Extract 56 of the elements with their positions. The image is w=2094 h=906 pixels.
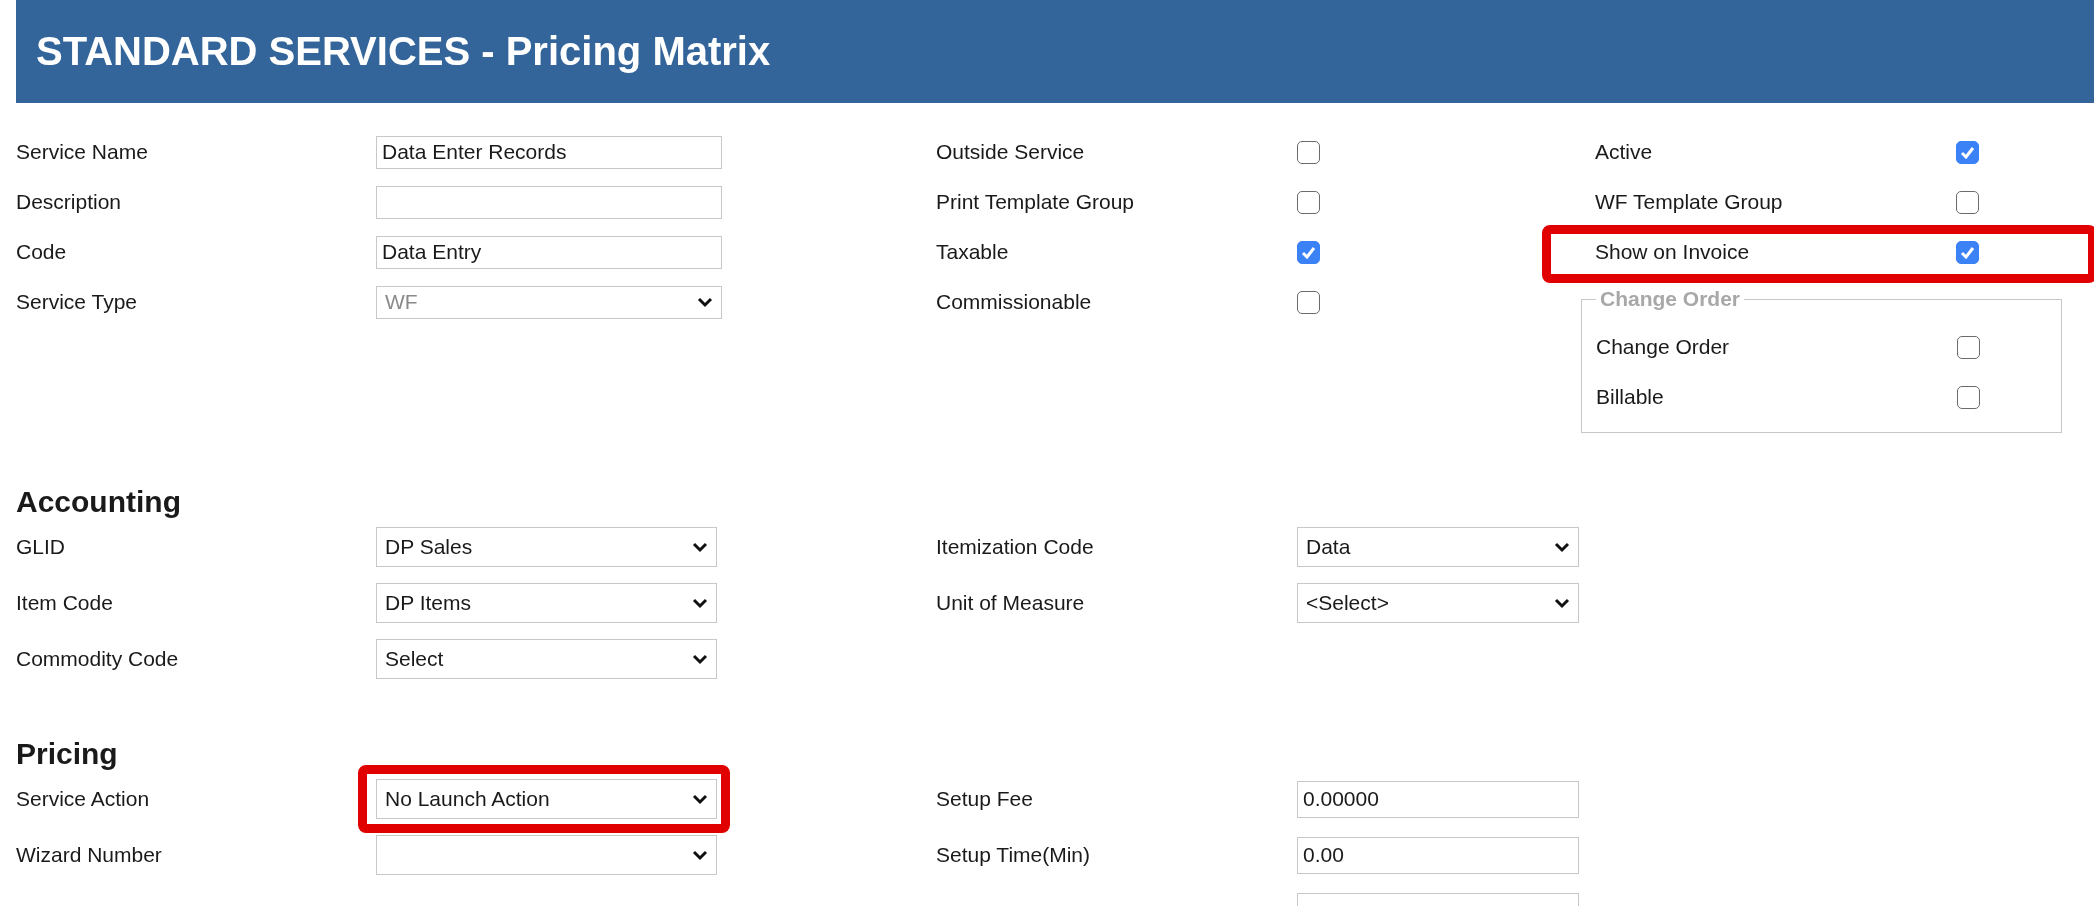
- checkbox[interactable]: [1297, 240, 1320, 264]
- page-title: STANDARD SERVICES - Pricing Matrix: [36, 29, 771, 74]
- dropdown[interactable]: No Launch Action: [376, 779, 717, 819]
- field-label: WF Template Group: [1595, 189, 1784, 215]
- checkbox[interactable]: [1956, 140, 1979, 164]
- field-label: Show on Invoice: [1595, 239, 1751, 265]
- section-heading: Accounting: [16, 484, 182, 519]
- chevron-down-icon: [692, 849, 708, 861]
- field-label: Billable: [1596, 384, 1665, 410]
- field-label: Code: [16, 239, 68, 265]
- checkbox[interactable]: [1956, 190, 1979, 214]
- field-label: Service Name: [16, 139, 149, 165]
- chevron-down-icon: [692, 541, 708, 553]
- field-label: Service Type: [16, 289, 138, 315]
- checkbox[interactable]: [1956, 240, 1979, 264]
- field-label: Setup Fee: [936, 786, 1034, 812]
- dropdown[interactable]: Select: [376, 639, 717, 679]
- checkbox[interactable]: [1957, 335, 1980, 359]
- field-label: Description: [16, 189, 123, 215]
- field-label: Setup Time(Min): [936, 842, 1092, 868]
- chevron-down-icon: [692, 597, 708, 609]
- field-label: Taxable: [936, 239, 1010, 265]
- field-label: Outside Service: [936, 139, 1086, 165]
- field-label: Wizard Number: [16, 842, 163, 868]
- chevron-down-icon: [692, 793, 708, 805]
- field-label: GLID: [16, 534, 66, 560]
- field-label: Service Action: [16, 786, 151, 812]
- chevron-down-icon: [1554, 541, 1570, 553]
- field-label: Print Template Group: [936, 189, 1136, 215]
- field-label: Unit of Measure: [936, 590, 1086, 616]
- checkmark-icon: [1301, 245, 1316, 259]
- text-field[interactable]: 0.00000: [1297, 780, 1579, 818]
- checkbox[interactable]: [1297, 140, 1320, 164]
- checkbox[interactable]: [1957, 385, 1980, 409]
- text-field[interactable]: Data Enter Records: [376, 135, 722, 169]
- section-heading: Pricing: [16, 736, 119, 771]
- chevron-down-icon: [697, 296, 713, 308]
- text-field[interactable]: Data Entry: [376, 235, 722, 269]
- chevron-down-icon: [1554, 597, 1570, 609]
- dropdown[interactable]: <Select>: [1297, 583, 1579, 623]
- dropdown[interactable]: Data: [1297, 527, 1579, 567]
- dropdown[interactable]: DP Items: [376, 583, 717, 623]
- field-label: Commissionable: [936, 289, 1093, 315]
- field-label: Item Code: [16, 590, 114, 616]
- field-label: Commodity Code: [16, 646, 180, 672]
- text-field[interactable]: [376, 185, 722, 219]
- checkbox[interactable]: [1297, 190, 1320, 214]
- text-field[interactable]: 0.00: [1297, 836, 1579, 874]
- chevron-down-icon: [692, 653, 708, 665]
- dropdown[interactable]: DP Sales: [376, 527, 717, 567]
- field-label: Itemization Code: [936, 534, 1095, 560]
- checkbox[interactable]: [1297, 290, 1320, 314]
- field-label: Change Order: [1596, 334, 1731, 360]
- field-label: Active: [1595, 139, 1654, 165]
- checkmark-icon: [1960, 245, 1975, 259]
- checkmark-icon: [1960, 145, 1975, 159]
